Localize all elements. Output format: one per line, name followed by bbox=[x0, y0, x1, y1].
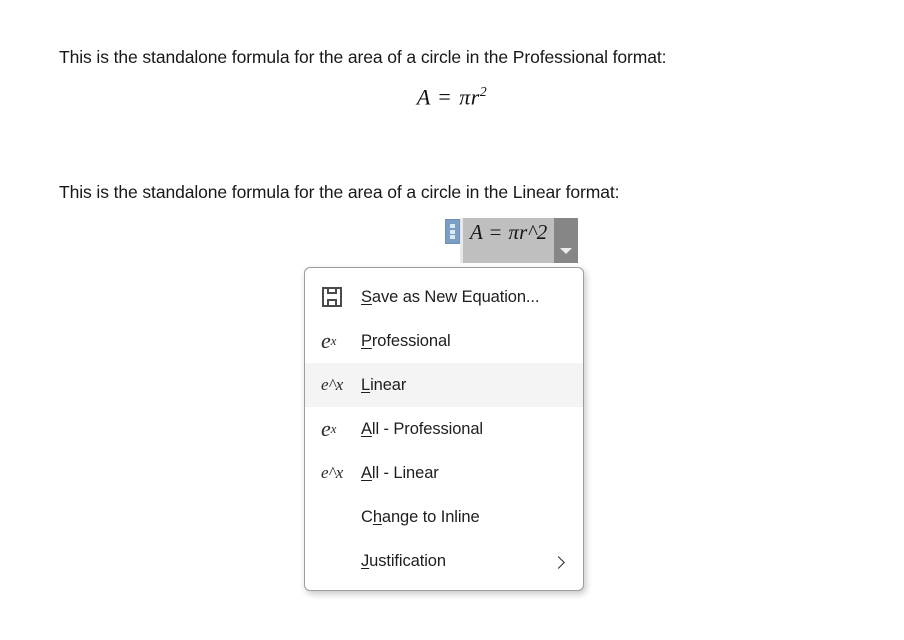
drag-handle-icon[interactable] bbox=[445, 219, 460, 244]
paragraph-linear-description: This is the standalone formula for the a… bbox=[59, 182, 620, 202]
menu-item-label: All - Linear bbox=[361, 463, 439, 482]
e-superscript-x-icon: ex bbox=[321, 416, 337, 441]
menu-item-label: Save as New Equation... bbox=[361, 287, 540, 306]
chevron-down-icon bbox=[560, 248, 572, 254]
menu-item-save-as-new-equation[interactable]: Save as New Equation... bbox=[305, 275, 583, 319]
menu-item-label: Professional bbox=[361, 331, 451, 350]
equation-field[interactable]: A = πr^2 bbox=[460, 218, 554, 263]
equation-linear-text: A = πr^2 bbox=[470, 220, 548, 244]
menu-item-label: All - Professional bbox=[361, 419, 483, 438]
equation-content-control[interactable]: A = πr^2 bbox=[445, 218, 578, 263]
e-superscript-x-icon: ex bbox=[321, 328, 337, 353]
menu-item-change-to-inline[interactable]: Change to Inline bbox=[305, 495, 583, 539]
e-caret-x-icon: e^x bbox=[321, 375, 344, 394]
equation-operator: = bbox=[438, 84, 452, 110]
menu-item-justification[interactable]: Justification bbox=[305, 539, 583, 583]
equation-exponent: 2 bbox=[479, 84, 488, 99]
professional-equation-display: A = πr2 bbox=[0, 84, 904, 110]
drag-handle-dot bbox=[450, 223, 455, 228]
paragraph-professional-description: This is the standalone formula for the a… bbox=[59, 47, 667, 67]
equation-options-menu: Save as New Equation... ex Professional … bbox=[304, 267, 584, 591]
e-caret-x-icon: e^x bbox=[321, 463, 344, 482]
menu-item-label: Linear bbox=[361, 375, 407, 394]
drag-handle-dot bbox=[450, 235, 455, 240]
document-page: This is the standalone formula for the a… bbox=[0, 0, 904, 640]
equation-variable: A bbox=[416, 84, 431, 110]
menu-item-linear[interactable]: e^x Linear bbox=[305, 363, 583, 407]
save-floppy-icon bbox=[321, 287, 361, 307]
menu-item-label: Justification bbox=[361, 551, 446, 570]
menu-item-all-linear[interactable]: e^x All - Linear bbox=[305, 451, 583, 495]
chevron-right-icon bbox=[552, 553, 569, 570]
menu-item-label: Change to Inline bbox=[361, 507, 480, 526]
menu-item-professional[interactable]: ex Professional bbox=[305, 319, 583, 363]
equation-options-dropdown-button[interactable] bbox=[554, 218, 578, 263]
equation-pi-r: πr bbox=[459, 84, 480, 110]
drag-handle-dot bbox=[450, 229, 455, 234]
menu-item-all-professional[interactable]: ex All - Professional bbox=[305, 407, 583, 451]
